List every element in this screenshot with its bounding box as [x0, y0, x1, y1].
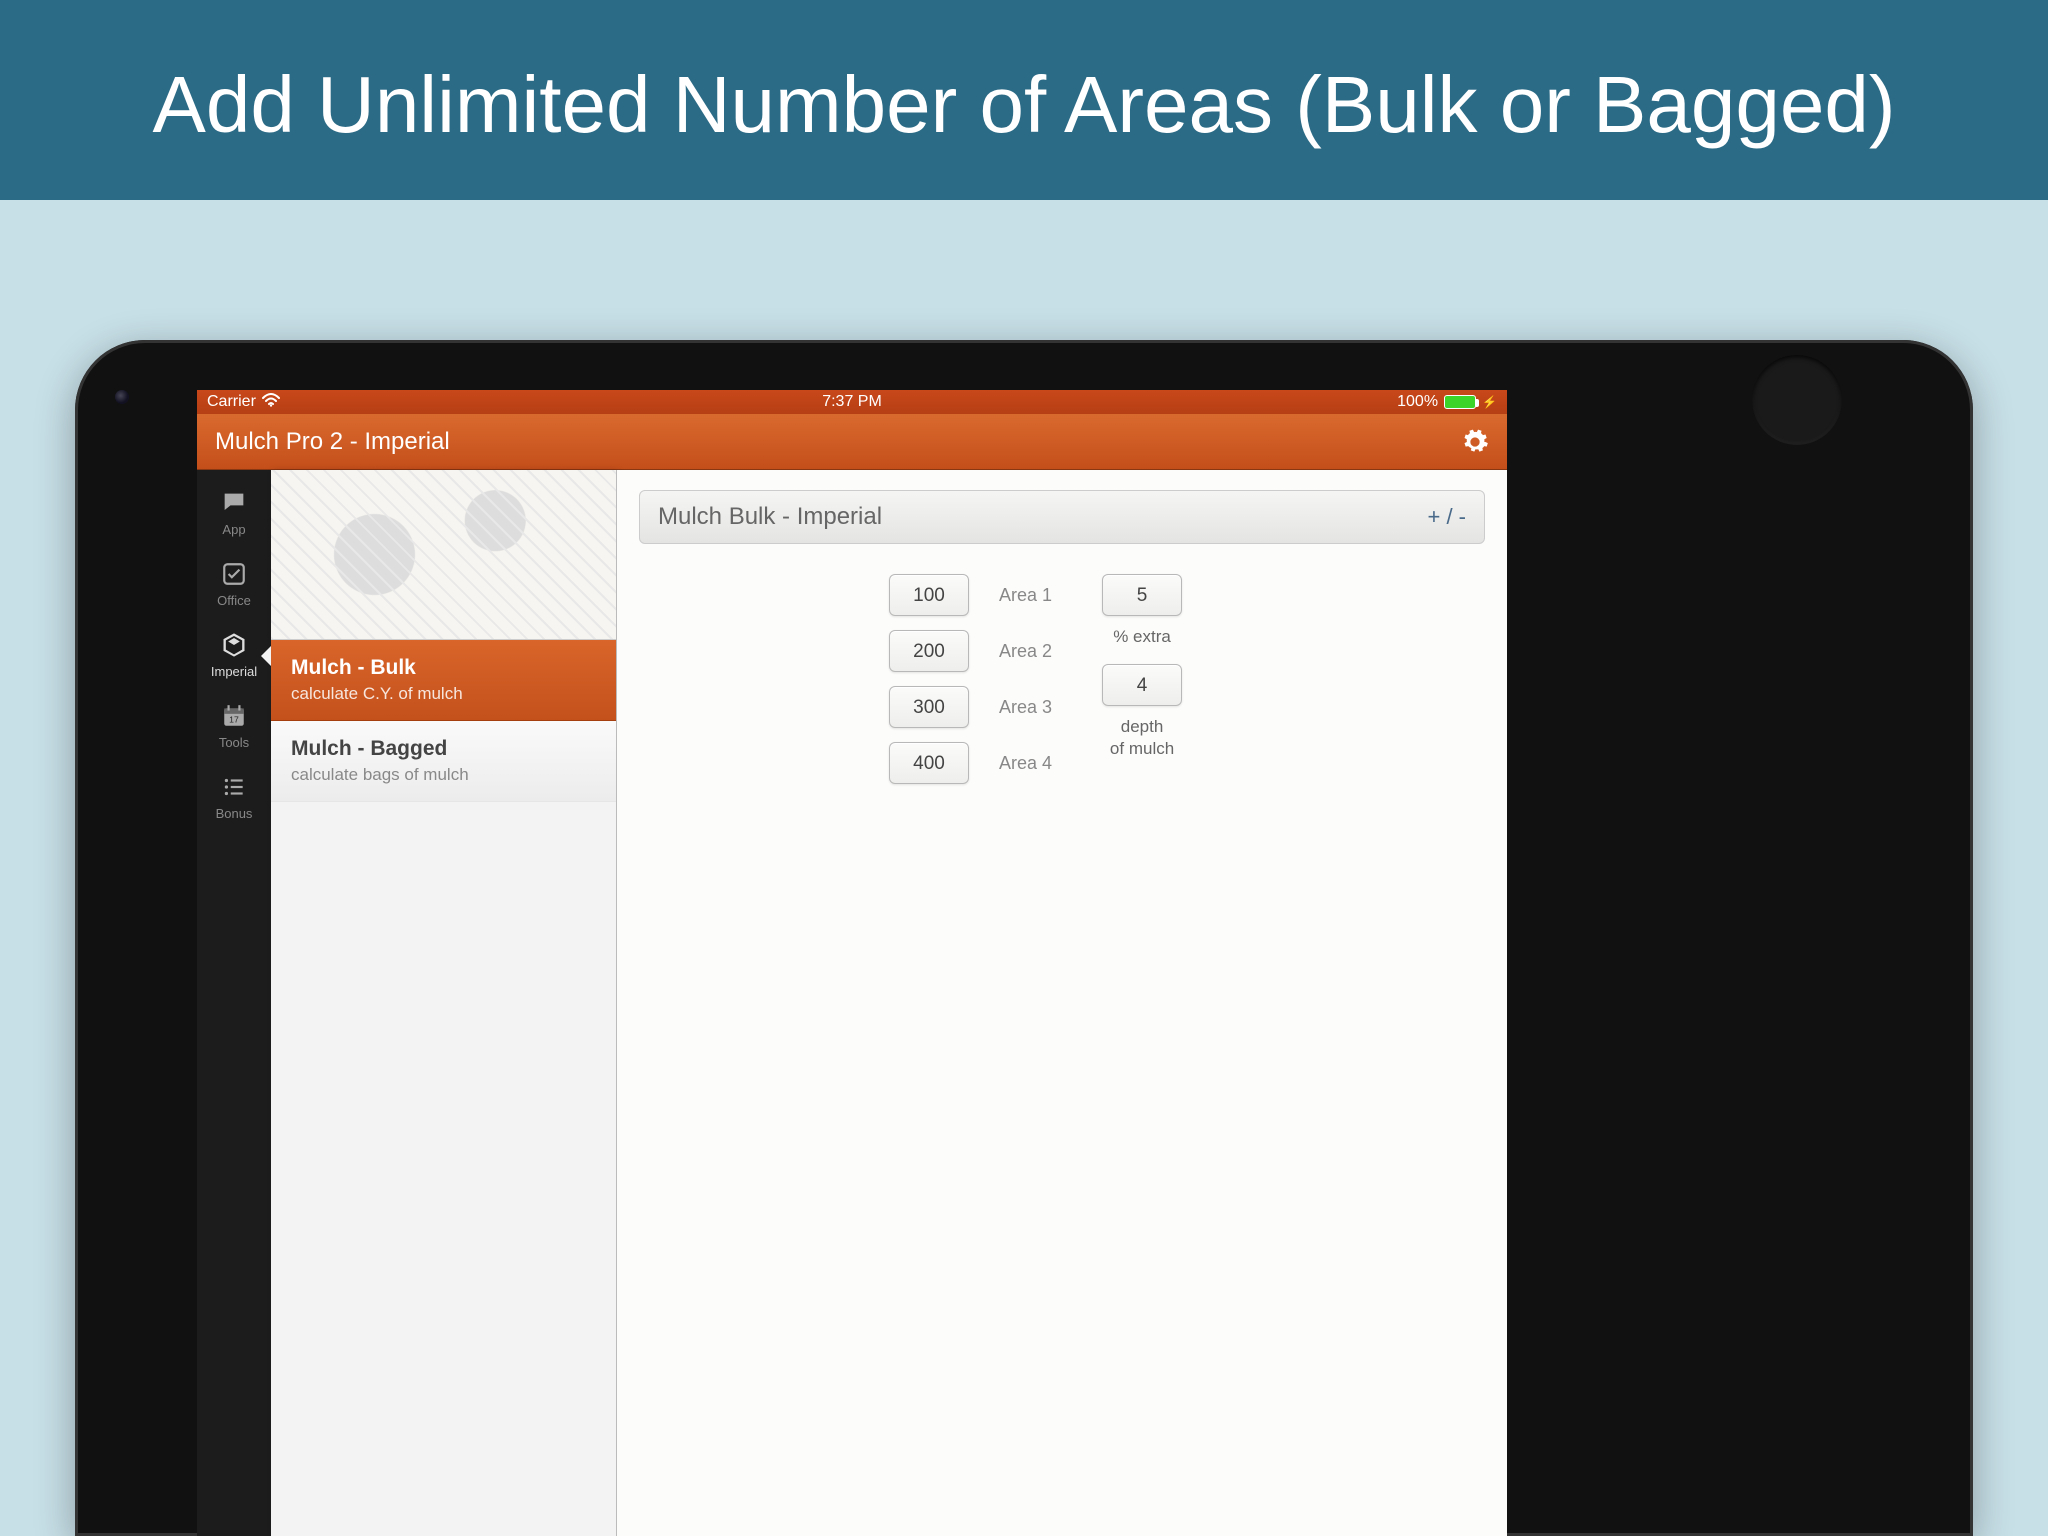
detail-title: Mulch Bulk - Imperial [658, 503, 1427, 531]
menu-item-bagged[interactable]: Mulch - Bagged calculate bags of mulch [271, 721, 616, 802]
area-label-2: Area 2 [999, 641, 1052, 662]
status-time: 7:37 PM [637, 393, 1067, 411]
sidebar-item-app[interactable]: App [197, 478, 271, 549]
extra-label: % extra [1113, 626, 1171, 648]
depth-label: depth of mulch [1110, 716, 1174, 760]
area-label-3: Area 3 [999, 697, 1052, 718]
sidebar-item-label: Imperial [211, 664, 257, 679]
promo-headline: Add Unlimited Number of Areas (Bulk or B… [0, 55, 2048, 155]
area-input-4[interactable]: 400 [889, 742, 969, 784]
menu-item-sub: calculate C.Y. of mulch [291, 684, 596, 704]
gear-icon[interactable] [1461, 428, 1489, 456]
sidebar-item-bonus[interactable]: Bonus [197, 762, 271, 833]
chat-icon [219, 488, 249, 518]
menu-item-title: Mulch - Bulk [291, 656, 596, 680]
menu-panel: Mulch - Bulk calculate C.Y. of mulch Mul… [271, 470, 617, 1536]
area-row-3: 300 Area 3 [889, 686, 1052, 728]
list-icon [219, 772, 249, 802]
area-input-2[interactable]: 200 [889, 630, 969, 672]
plan-thumbnail [271, 470, 616, 640]
settings-column: 5 % extra 4 depth of mulch [1102, 574, 1182, 784]
area-inputs-column: 100 Area 1 200 Area 2 300 Area 3 400 Are… [889, 574, 1052, 784]
sidebar-item-label: Bonus [216, 806, 253, 821]
wifi-icon [262, 393, 280, 412]
nav-bar: Mulch Pro 2 - Imperial [197, 414, 1507, 470]
form-area: 100 Area 1 200 Area 2 300 Area 3 400 Are… [639, 574, 1485, 784]
sidebar-item-label: App [222, 522, 245, 537]
checkbox-icon [219, 559, 249, 589]
sidebar-item-label: Office [217, 593, 251, 608]
cube-icon [219, 630, 249, 660]
sidebar-item-label: Tools [219, 735, 249, 750]
area-row-1: 100 Area 1 [889, 574, 1052, 616]
add-remove-button[interactable]: + / - [1427, 504, 1466, 530]
area-row-2: 200 Area 2 [889, 630, 1052, 672]
ipad-home-button[interactable] [1752, 355, 1842, 445]
sidebar-item-imperial[interactable]: Imperial [197, 620, 271, 691]
sidebar: App Office Imperial 17 Tools Bonus [197, 470, 271, 1536]
page-title: Mulch Pro 2 - Imperial [215, 428, 1461, 456]
charging-icon: ⚡ [1482, 395, 1497, 409]
battery-icon [1444, 395, 1476, 409]
area-row-4: 400 Area 4 [889, 742, 1052, 784]
battery-percent: 100% [1397, 393, 1438, 411]
sidebar-item-tools[interactable]: 17 Tools [197, 691, 271, 762]
carrier-label: Carrier [207, 393, 256, 411]
area-label-1: Area 1 [999, 585, 1052, 606]
area-input-3[interactable]: 300 [889, 686, 969, 728]
sidebar-item-office[interactable]: Office [197, 549, 271, 620]
extra-input[interactable]: 5 [1102, 574, 1182, 616]
app-screen: Carrier 7:37 PM 100% ⚡ Mulch Pro 2 - Imp… [197, 390, 1507, 1536]
depth-input[interactable]: 4 [1102, 664, 1182, 706]
ipad-camera [115, 390, 129, 404]
status-bar: Carrier 7:37 PM 100% ⚡ [197, 390, 1507, 414]
menu-item-title: Mulch - Bagged [291, 737, 596, 761]
detail-panel: Mulch Bulk - Imperial + / - 100 Area 1 2… [617, 470, 1507, 1536]
area-label-4: Area 4 [999, 753, 1052, 774]
svg-text:17: 17 [229, 715, 239, 725]
calendar-icon: 17 [219, 701, 249, 731]
menu-item-sub: calculate bags of mulch [291, 765, 596, 785]
area-input-1[interactable]: 100 [889, 574, 969, 616]
detail-header: Mulch Bulk - Imperial + / - [639, 490, 1485, 544]
menu-item-bulk[interactable]: Mulch - Bulk calculate C.Y. of mulch [271, 640, 616, 721]
